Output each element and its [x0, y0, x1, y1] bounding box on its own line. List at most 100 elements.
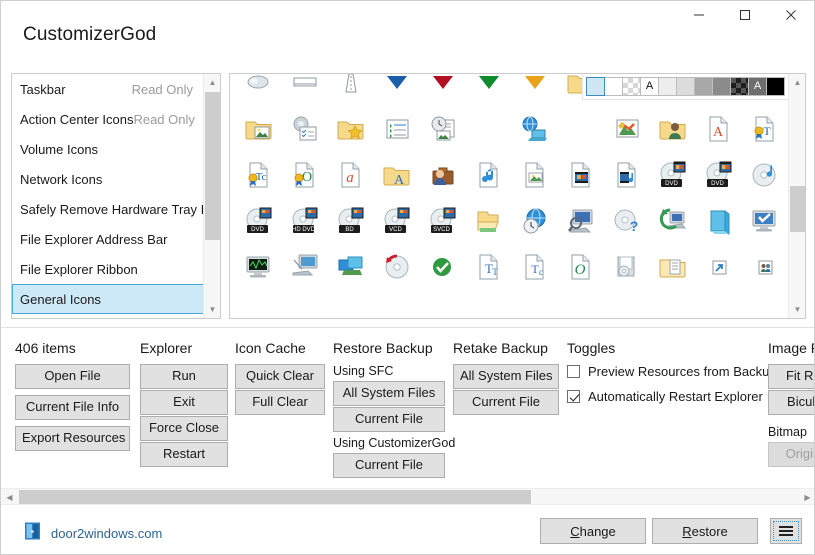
open-folder-icon[interactable] — [466, 198, 512, 244]
user-folder-icon[interactable] — [650, 106, 696, 152]
swatch-text-light[interactable]: A — [640, 77, 659, 96]
swatch-gray-95[interactable] — [658, 77, 677, 96]
truetype-certificate-icon[interactable]: T — [742, 106, 788, 152]
fit-resize-button[interactable]: Fit Resi — [768, 364, 814, 389]
explorer-force-close-button[interactable]: Force Close — [140, 415, 228, 441]
icon-preview-panel[interactable]: A T Tc Oa A DVD DVD DVD HD DVD BD VCD SVCD? T T Tc O AA… — [229, 73, 806, 319]
scroll-down-icon[interactable]: ▼ — [204, 301, 220, 318]
search-computer-icon[interactable] — [558, 198, 604, 244]
green-down-arrow-icon[interactable] — [466, 74, 512, 106]
svcd-drive-icon[interactable]: SVCD — [420, 198, 466, 244]
shared-overlay-icon[interactable] — [742, 244, 788, 290]
scroll-left-icon[interactable]: ◀ — [1, 489, 18, 505]
restore-button[interactable]: Restore — [652, 518, 758, 544]
swatch-light-blue[interactable] — [586, 77, 605, 96]
change-button[interactable]: Change — [540, 518, 646, 544]
tc-font-icon[interactable]: Tc — [512, 244, 558, 290]
scroll-up-icon[interactable]: ▲ — [789, 74, 805, 91]
opentype-font-icon[interactable]: O — [558, 244, 604, 290]
explorer-restart-button[interactable]: Restart — [140, 441, 228, 467]
sidebar-item-volume-icons[interactable]: Volume Icons — [12, 134, 205, 164]
network-globe-icon[interactable] — [512, 106, 558, 152]
list-view-icon[interactable] — [374, 106, 420, 152]
music-disc-icon[interactable] — [742, 152, 788, 198]
certificate-doc-icon[interactable]: Tc — [236, 152, 282, 198]
red-down-arrow-icon[interactable] — [420, 74, 466, 106]
unknown-disc-icon[interactable]: ? — [604, 198, 650, 244]
dvd-disc-icon[interactable]: DVD — [696, 152, 742, 198]
menu-button[interactable] — [770, 518, 802, 544]
sidebar-scrollbar[interactable]: ▲ ▼ — [203, 74, 220, 318]
favorites-folder-icon[interactable] — [328, 106, 374, 152]
truetype-font-icon[interactable]: TT — [466, 244, 512, 290]
full-clear-button[interactable]: Full Clear — [235, 389, 325, 415]
minimize-button[interactable] — [676, 1, 722, 33]
restore-sfc-all-system-files-button[interactable]: All System Files — [333, 381, 445, 406]
horizontal-scroll-thumb[interactable] — [19, 490, 531, 504]
swatch-gray-85[interactable] — [676, 77, 695, 96]
swatch-checker-light[interactable] — [622, 77, 641, 96]
preview-scrollbar[interactable]: ▲ ▼ — [788, 74, 805, 318]
retake-all-system-files-button[interactable]: All System Files — [453, 364, 559, 389]
restore-sfc-current-file-button[interactable]: Current File — [333, 406, 445, 432]
briefcase-user-icon[interactable] — [420, 152, 466, 198]
export-resources-button[interactable]: Export Resources — [15, 425, 130, 451]
shortcut-overlay-icon[interactable] — [696, 244, 742, 290]
retake-current-file-button[interactable]: Current File — [453, 389, 559, 415]
mouse-icon[interactable] — [236, 74, 282, 106]
video-doc-icon[interactable] — [558, 152, 604, 198]
sidebar-item-general-icons[interactable]: General Icons — [12, 284, 205, 314]
certificate-ribbon-doc-icon[interactable]: O — [282, 152, 328, 198]
restore-computer-icon[interactable] — [650, 198, 696, 244]
vcd-drive-icon[interactable]: VCD — [374, 198, 420, 244]
remote-desktop-icon[interactable] — [282, 244, 328, 290]
sidebar-scroll-thumb[interactable] — [205, 92, 220, 240]
close-button[interactable] — [768, 1, 814, 33]
icon-grid[interactable]: A T Tc Oa A DVD DVD DVD HD DVD BD VCD SVCD? T T Tc O — [230, 74, 790, 290]
green-check-icon[interactable] — [420, 244, 466, 290]
scroll-down-icon[interactable]: ▼ — [789, 301, 805, 318]
monitor-graph-icon[interactable] — [236, 244, 282, 290]
swatch-checker-dark[interactable] — [730, 77, 749, 96]
paint-image-icon[interactable] — [604, 106, 650, 152]
dvd-drive-icon[interactable]: DVD — [236, 198, 282, 244]
sidebar-item-network-icons[interactable]: Network Icons — [12, 164, 205, 194]
swatch-gray-65[interactable] — [694, 77, 713, 96]
quick-clear-button[interactable]: Quick Clear — [235, 364, 325, 389]
orange-down-arrow-icon[interactable] — [512, 74, 558, 106]
audio-video-doc-icon[interactable] — [604, 152, 650, 198]
settings-checklist-icon[interactable] — [282, 106, 328, 152]
bicubic-button[interactable]: Bicubic — [768, 389, 814, 415]
font-file-icon[interactable]: A — [696, 106, 742, 152]
options-horizontal-scrollbar[interactable]: ◀ ▶ — [1, 488, 814, 505]
checkbox-preview-resources[interactable] — [567, 365, 580, 378]
sidebar-item-file-explorer-address-bar[interactable]: File Explorer Address Bar — [12, 224, 205, 254]
music-note-doc-icon[interactable] — [466, 152, 512, 198]
road-icon[interactable] — [328, 74, 374, 106]
sidebar-item-file-explorer-ribbon[interactable]: File Explorer Ribbon — [12, 254, 205, 284]
current-file-info-button[interactable]: Current File Info — [15, 394, 130, 420]
brand-link[interactable]: door2windows.com — [23, 521, 162, 546]
sidebar-item-safely-remove-hardware-tray-icon[interactable]: Safely Remove Hardware Tray Icon — [12, 194, 220, 224]
dvd-movie-icon[interactable]: DVD — [650, 152, 696, 198]
scrollbar-icon[interactable] — [282, 74, 328, 106]
burn-disc-icon[interactable] — [374, 244, 420, 290]
explorer-exit-button[interactable]: Exit — [140, 389, 228, 415]
swatch-black[interactable] — [766, 77, 785, 96]
preview-scroll-thumb[interactable] — [790, 186, 805, 232]
pictures-folder-icon[interactable] — [236, 106, 282, 152]
sidebar-item-action-center-icons[interactable]: Action Center Icons Read Only — [12, 104, 205, 134]
swatch-white[interactable] — [604, 77, 623, 96]
checked-monitor-icon[interactable] — [742, 198, 788, 244]
checkbox-auto-restart-explorer[interactable] — [567, 390, 580, 403]
swatch-gray-50[interactable] — [712, 77, 731, 96]
blue-down-arrow-icon[interactable] — [374, 74, 420, 106]
restore-cg-current-file-button[interactable]: Current File — [333, 452, 445, 478]
media-archive-icon[interactable] — [604, 244, 650, 290]
explorer-run-button[interactable]: Run — [140, 364, 228, 389]
bd-drive-icon[interactable]: BD — [328, 198, 374, 244]
internet-time-icon[interactable] — [512, 198, 558, 244]
resource-category-list[interactable]: Taskbar Read Only Action Center Icons Read … — [11, 73, 221, 319]
swatch-text-dark[interactable]: A — [748, 77, 767, 96]
hd-dvd-drive-icon[interactable]: HD DVD — [282, 198, 328, 244]
